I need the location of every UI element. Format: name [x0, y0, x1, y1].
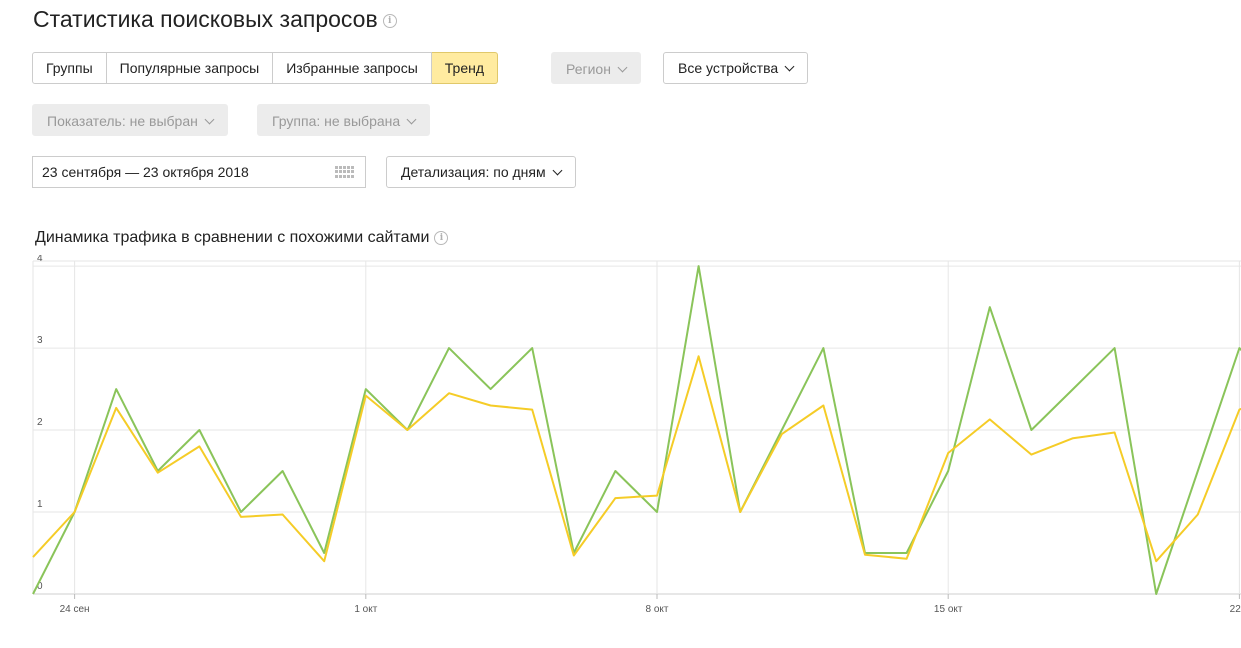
y-tick-label: 3: [37, 335, 43, 346]
y-tick-label: 4: [37, 255, 43, 264]
info-icon[interactable]: i: [382, 13, 397, 28]
page-title: Статистика поисковых запросов i: [33, 4, 397, 34]
devices-label: Все устройства: [678, 60, 779, 76]
chevron-down-icon: [617, 62, 628, 73]
x-tick-label: 1 окт: [354, 604, 377, 615]
metric-dropdown[interactable]: Показатель: не выбран: [32, 104, 228, 136]
calendar-icon[interactable]: [335, 166, 355, 178]
y-tick-label: 2: [37, 417, 43, 428]
detail-label: Детализация: по дням: [401, 164, 546, 180]
x-tick-label: 22 о: [1230, 604, 1241, 615]
metric-label: Показатель: не выбран: [47, 113, 198, 129]
x-tick-label: 8 окт: [646, 604, 669, 615]
detail-dropdown[interactable]: Детализация: по дням: [386, 156, 576, 188]
chart-title: Динамика трафика в сравнении с похожими …: [35, 226, 449, 250]
x-tick-label: 15 окт: [934, 604, 963, 615]
y-tick-label: 1: [37, 499, 43, 510]
chevron-down-icon: [784, 61, 795, 72]
region-dropdown[interactable]: Регион: [551, 52, 641, 84]
tab-popular-queries[interactable]: Популярные запросы: [106, 52, 274, 84]
group-dropdown[interactable]: Группа: не выбрана: [257, 104, 431, 136]
date-range-value: 23 сентября — 23 октября 2018: [42, 164, 249, 180]
view-tabs: Группы Популярные запросы Избранные запр…: [32, 52, 499, 84]
info-icon[interactable]: i: [434, 230, 449, 245]
chevron-down-icon: [552, 165, 563, 176]
chevron-down-icon: [204, 114, 215, 125]
region-label: Регион: [566, 61, 611, 77]
devices-dropdown[interactable]: Все устройства: [663, 52, 809, 84]
group-label: Группа: не выбрана: [272, 113, 401, 129]
x-tick-label: 24 сен: [60, 604, 90, 615]
traffic-line-chart: 0123424 сен1 окт8 окт15 окт22 о: [32, 255, 1241, 615]
tab-groups[interactable]: Группы: [32, 52, 107, 84]
date-range-input[interactable]: 23 сентября — 23 октября 2018: [32, 156, 366, 188]
tab-favorite-queries[interactable]: Избранные запросы: [273, 52, 432, 84]
chevron-down-icon: [406, 114, 417, 125]
tab-trend[interactable]: Тренд: [431, 52, 499, 84]
